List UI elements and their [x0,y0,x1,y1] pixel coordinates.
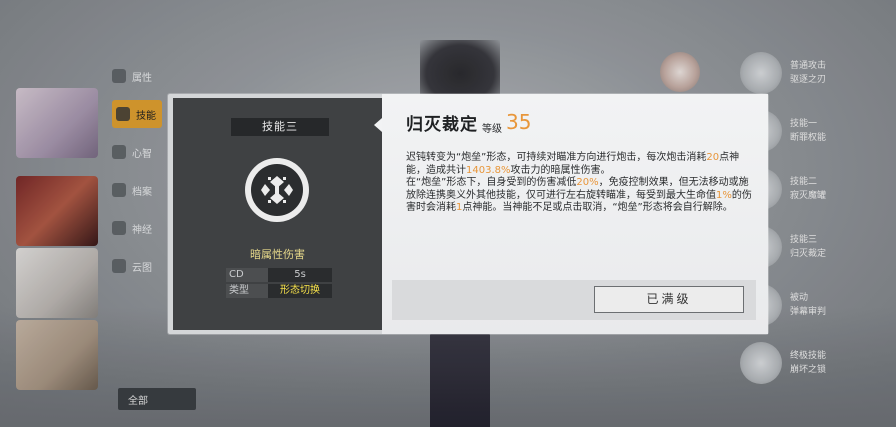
level-label: 等级 [482,124,502,135]
stat-value: 形态切换 [280,285,320,296]
max-level-button[interactable]: 已满级 [594,286,744,313]
desc-highlight: 20 [706,152,720,163]
skill-name: 归灭裁定 [406,115,478,135]
stat-key: CD [226,268,268,282]
desc-text: 迟钝转变为“炮垒”形态，可持续对瞄准方向进行炮击，每次炮击消耗 [406,152,707,163]
artillery-skill-icon [245,158,309,222]
desc-highlight: 20% [576,177,599,189]
skill-detail-dialog: 技能三 暗属性伤害 CD 5s 类型 形态切换 归灭裁定 等级 35 迟钝转变为… [168,94,768,334]
skill-description: 迟钝转变为“炮垒”形态，可持续对瞄准方向进行炮击，每次炮击消耗20点神能，造成共… [406,152,752,215]
desc-text: 在“炮垒”形态下，自身受到的伤害减低 [406,177,577,189]
skill-detail-panel: 归灭裁定 等级 35 迟钝转变为“炮垒”形态，可持续对瞄准方向进行炮击，每次炮击… [382,94,768,334]
desc-highlight: 1% [716,189,732,201]
action-bar: 已满级 [392,280,756,320]
stat-row-cd: CD 5s [226,268,332,282]
skill-slot-tab: 技能三 [231,118,329,136]
dialog-pointer [374,118,382,132]
stat-row-type: 类型 形态切换 [226,284,332,298]
stat-value: 5s [294,269,306,280]
skill-summary-panel: 技能三 暗属性伤害 CD 5s 类型 形态切换 [173,98,382,330]
desc-highlight: 1403.8% [466,164,511,176]
desc-text: 攻击力的暗属性伤害。 [510,164,611,176]
damage-type-label: 暗属性伤害 [250,248,305,261]
desc-text: 点神能。当神能不足或点击取消，“炮垒”形态将会自行解除。 [462,202,733,214]
level-value: 35 [506,110,532,134]
stat-key: 类型 [226,284,268,298]
